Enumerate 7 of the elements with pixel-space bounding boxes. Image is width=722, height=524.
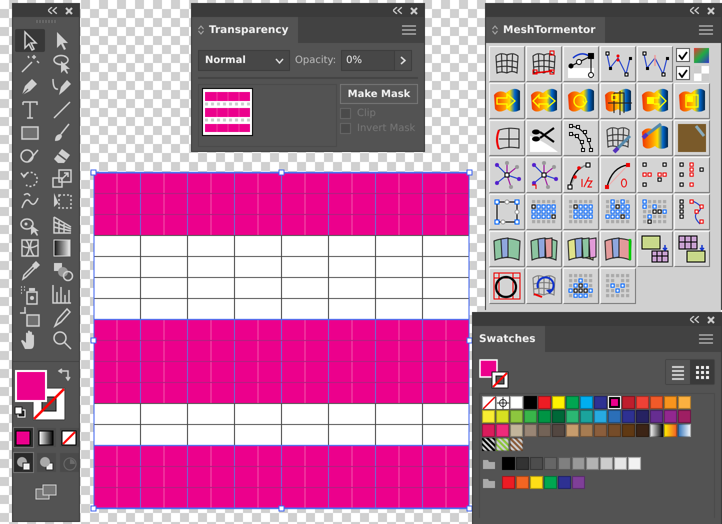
panel-tab[interactable]: Transparency (192, 17, 298, 43)
opacity-label: Opacity: (295, 55, 336, 66)
panel-tab[interactable]: MeshTormentor (486, 17, 606, 43)
blend-mode-dropdown[interactable]: Normal (198, 50, 290, 71)
make-mask-button[interactable]: Make Mask (340, 84, 418, 104)
panel-tab[interactable]: Swatches (473, 326, 546, 352)
opacity-field[interactable]: 0% (341, 50, 396, 71)
